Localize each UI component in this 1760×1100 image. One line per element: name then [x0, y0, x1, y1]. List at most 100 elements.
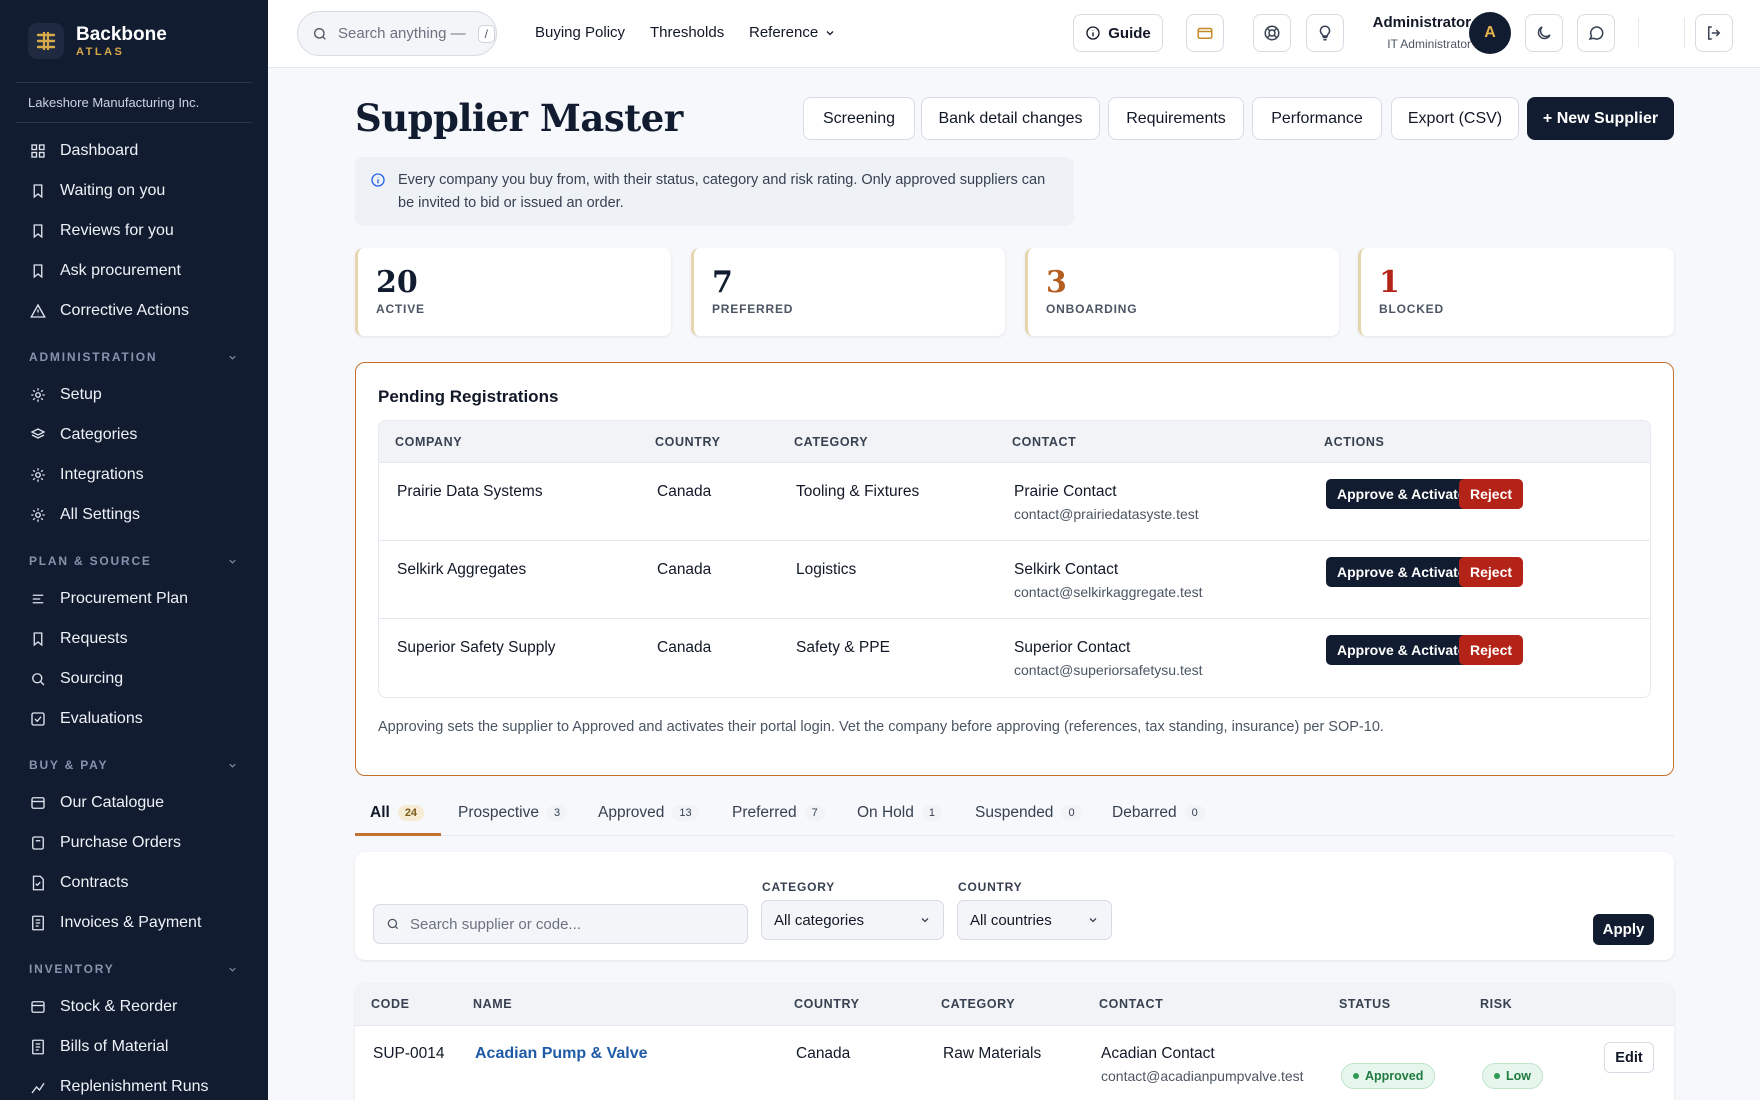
stat-value: 20: [376, 265, 418, 300]
tab-count: 0: [1061, 805, 1082, 821]
reject-button[interactable]: Reject: [1459, 557, 1524, 587]
tab-on-hold[interactable]: On Hold 1: [857, 804, 942, 822]
tab-prospective[interactable]: Prospective 3: [458, 804, 568, 822]
sidebar-nav: Dashboard Waiting on you Reviews for you As…: [0, 123, 268, 1100]
tab-approved[interactable]: Approved 13: [598, 804, 699, 822]
sidebar-item-dashboard[interactable]: Dashboard: [0, 131, 268, 171]
moon-icon: [1537, 26, 1551, 40]
category-select[interactable]: All categories: [761, 900, 944, 940]
link-thresholds[interactable]: Thresholds: [650, 24, 724, 41]
bookmark-icon: [33, 264, 43, 279]
chevron-down-icon: [1089, 918, 1097, 923]
sidebar-item-label: Integrations: [60, 466, 144, 483]
stat-card-blocked[interactable]: 1 BLOCKED: [1358, 248, 1674, 336]
table-header: COMPANY COUNTRY CATEGORY CONTACT ACTIONS: [379, 421, 1650, 463]
contact-email: contact@acadianpumpvalve.test: [1101, 1068, 1304, 1084]
sidebar-item-integrations[interactable]: Integrations: [0, 455, 268, 495]
tips-button[interactable]: [1306, 14, 1344, 52]
sidebar-section-header[interactable]: INVENTORY: [0, 955, 268, 983]
tab-label: Approved: [598, 804, 665, 821]
sidebar-item-replenishment-runs[interactable]: Replenishment Runs: [0, 1067, 268, 1100]
tab-label: On Hold: [857, 804, 914, 821]
sidebar-item-contracts[interactable]: Contracts: [0, 863, 268, 903]
tab-all[interactable]: All 24: [370, 804, 425, 822]
info-icon: [1086, 26, 1100, 40]
sidebar-item-reviews-for-you[interactable]: Reviews for you: [0, 211, 268, 251]
sidebar-section-header[interactable]: ADMINISTRATION: [0, 343, 268, 371]
guide-button[interactable]: Guide: [1073, 14, 1163, 52]
new-supplier-button[interactable]: + New Supplier: [1527, 97, 1674, 140]
sidebar-item-procurement-plan[interactable]: Procurement Plan: [0, 579, 268, 619]
sidebar-item-requests[interactable]: Requests: [0, 619, 268, 659]
sidebar-section-title: PLAN & SOURCE: [29, 554, 152, 568]
sidebar-item-all-settings[interactable]: All Settings: [0, 495, 268, 535]
tab-count: 1: [921, 805, 942, 821]
sidebar-item-bills-of-material[interactable]: Bills of Material: [0, 1027, 268, 1067]
sidebar-item-sourcing[interactable]: Sourcing: [0, 659, 268, 699]
approve-activate-button[interactable]: Approve & Activate: [1326, 479, 1477, 509]
bookmark-icon: [33, 224, 43, 239]
column-header-country: COUNTRY: [655, 435, 721, 449]
table-row[interactable]: SUP-0014 Acadian Pump & Valve Canada Raw…: [355, 1026, 1674, 1100]
user-name: Administrator: [1372, 14, 1471, 31]
sidebar-item-label: Ask procurement: [60, 262, 181, 279]
sidebar-section-header[interactable]: PLAN & SOURCE: [0, 547, 268, 575]
pending-registrations-panel: Pending Registrations COMPANY COUNTRY CA…: [355, 362, 1674, 776]
chevron-down-icon: [229, 967, 236, 972]
chat-button[interactable]: [1577, 14, 1615, 52]
sidebar-item-invoices-payment[interactable]: Invoices & Payment: [0, 903, 268, 943]
theme-toggle-button[interactable]: [1525, 14, 1563, 52]
sidebar-section-header[interactable]: BUY & PAY: [0, 751, 268, 779]
tab-label: Prospective: [458, 804, 539, 821]
screening-button[interactable]: Screening: [803, 97, 915, 140]
tab-preferred[interactable]: Preferred 7: [732, 804, 825, 822]
country-select[interactable]: All countries: [957, 900, 1112, 940]
reject-button[interactable]: Reject: [1459, 479, 1524, 509]
topbar-divider: [1684, 18, 1685, 48]
performance-button[interactable]: Performance: [1252, 97, 1382, 140]
sidebar-item-evaluations[interactable]: Evaluations: [0, 699, 268, 739]
approve-activate-button[interactable]: Approve & Activate: [1326, 635, 1477, 665]
sidebar-item-label: Our Catalogue: [60, 794, 165, 811]
logout-button[interactable]: [1695, 14, 1733, 52]
link-buying-policy[interactable]: Buying Policy: [535, 24, 625, 41]
list-icon: [32, 594, 44, 604]
help-button[interactable]: [1253, 14, 1291, 52]
global-search-input[interactable]: Search anything — /: [297, 11, 497, 56]
wallet-button[interactable]: [1186, 14, 1224, 52]
sidebar-item-waiting-on-you[interactable]: Waiting on you: [0, 171, 268, 211]
apply-filters-button[interactable]: Apply: [1593, 914, 1654, 945]
sidebar-item-stock-reorder[interactable]: Stock & Reorder: [0, 987, 268, 1027]
sidebar-item-ask-procurement[interactable]: Ask procurement: [0, 251, 268, 291]
supplier-search-input[interactable]: Search supplier or code...: [373, 904, 748, 944]
sidebar-item-purchase-orders[interactable]: Purchase Orders: [0, 823, 268, 863]
guide-label: Guide: [1108, 24, 1151, 42]
edit-button[interactable]: Edit: [1604, 1042, 1654, 1073]
requirements-button[interactable]: Requirements: [1108, 97, 1244, 140]
company-name: Prairie Data Systems: [397, 483, 543, 500]
reference-dropdown[interactable]: Reference: [749, 24, 836, 41]
sidebar-item-setup[interactable]: Setup: [0, 375, 268, 415]
sidebar-item-label: Contracts: [60, 874, 129, 891]
brand[interactable]: Backbone ATLAS: [0, 0, 268, 82]
sidebar-item-our-catalogue[interactable]: Our Catalogue: [0, 783, 268, 823]
approve-activate-button[interactable]: Approve & Activate: [1326, 557, 1477, 587]
tab-suspended[interactable]: Suspended 0: [975, 804, 1082, 822]
checkbox-icon: [31, 712, 45, 726]
export-csv-button[interactable]: Export (CSV): [1391, 97, 1519, 140]
table-row: Superior Safety Supply Canada Safety & P…: [379, 619, 1650, 697]
tab-label: Preferred: [732, 804, 797, 821]
stat-card-onboarding[interactable]: 3 ONBOARDING: [1025, 248, 1339, 336]
reject-button[interactable]: Reject: [1459, 635, 1524, 665]
layers-icon: [30, 428, 46, 439]
stat-card-active[interactable]: 20 ACTIVE: [355, 248, 671, 336]
tab-debarred[interactable]: Debarred 0: [1112, 804, 1205, 822]
sidebar-item-corrective-actions[interactable]: Corrective Actions: [0, 291, 268, 331]
sidebar-item-label: Invoices & Payment: [60, 914, 202, 931]
bank-detail-changes-button[interactable]: Bank detail changes: [921, 97, 1100, 140]
sidebar-item-categories[interactable]: Categories: [0, 415, 268, 455]
stat-card-preferred[interactable]: 7 PREFERRED: [691, 248, 1005, 336]
avatar[interactable]: A: [1469, 12, 1511, 54]
sidebar-item-label: Reviews for you: [60, 222, 174, 239]
supplier-name-link[interactable]: Acadian Pump & Valve: [475, 1045, 648, 1063]
